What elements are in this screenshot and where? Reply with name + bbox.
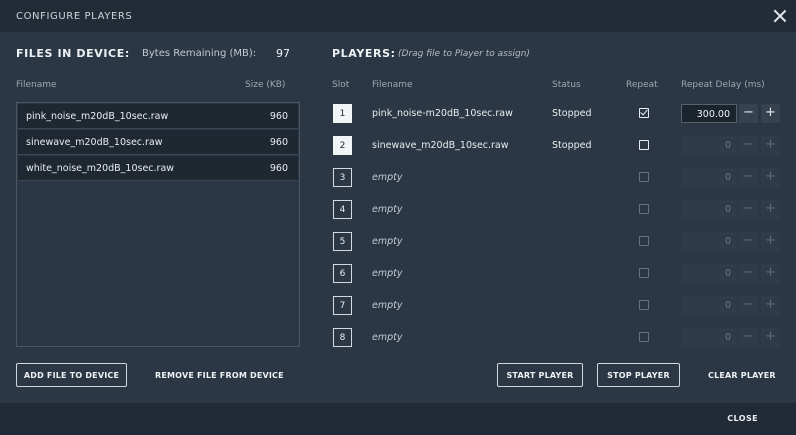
dialog-title: CONFIGURE PLAYERS bbox=[16, 11, 133, 22]
repeat-delay-input[interactable]: 0 bbox=[681, 200, 737, 219]
player-column-filename: Filename bbox=[372, 80, 413, 90]
repeat-delay-input[interactable]: 0 bbox=[681, 232, 737, 251]
checkmark-icon bbox=[640, 107, 648, 116]
file-row[interactable]: sinewave_m20dB_10sec.raw 960 bbox=[18, 130, 298, 155]
player-filename[interactable]: empty bbox=[372, 268, 402, 279]
repeat-checkbox[interactable] bbox=[639, 332, 649, 342]
remove-file-from-device-button[interactable]: REMOVE FILE FROM DEVICE bbox=[155, 371, 284, 380]
delay-decrement-button[interactable]: − bbox=[739, 328, 758, 347]
player-slot-number: 8 bbox=[333, 328, 352, 347]
dialog-titlebar: CONFIGURE PLAYERS bbox=[0, 0, 796, 32]
repeat-checkbox[interactable] bbox=[639, 140, 649, 150]
delay-increment-button[interactable]: + bbox=[761, 296, 780, 315]
player-column-status: Status bbox=[552, 80, 581, 90]
file-column-filename: Filename bbox=[16, 80, 57, 90]
player-slot-number: 5 bbox=[333, 232, 352, 251]
delay-increment-button[interactable]: + bbox=[761, 264, 780, 283]
file-size: 960 bbox=[269, 137, 288, 148]
player-column-repeat-delay: Repeat Delay (ms) bbox=[681, 80, 765, 90]
repeat-checkbox[interactable] bbox=[639, 300, 649, 310]
dialog-footer: CLOSE bbox=[0, 403, 796, 435]
delay-increment-button[interactable]: + bbox=[761, 328, 780, 347]
repeat-checkbox[interactable] bbox=[639, 107, 649, 118]
file-name: pink_noise_m20dB_10sec.raw bbox=[26, 111, 169, 122]
repeat-delay-input[interactable]: 300.00 bbox=[681, 104, 737, 123]
delay-decrement-button[interactable]: − bbox=[739, 296, 758, 315]
stop-player-button[interactable]: STOP PLAYER bbox=[597, 363, 680, 387]
player-slot-number: 3 bbox=[333, 168, 352, 187]
player-filename[interactable]: empty bbox=[372, 236, 402, 247]
close-icon[interactable] bbox=[772, 8, 788, 24]
file-size: 960 bbox=[269, 163, 288, 174]
clear-player-button[interactable]: CLEAR PLAYER bbox=[708, 371, 776, 380]
delay-increment-button[interactable]: + bbox=[761, 200, 780, 219]
bytes-remaining-value: 97 bbox=[276, 47, 290, 60]
file-row[interactable]: pink_noise_m20dB_10sec.raw 960 bbox=[18, 104, 298, 129]
delay-increment-button[interactable]: + bbox=[761, 136, 780, 155]
repeat-checkbox[interactable] bbox=[639, 268, 649, 278]
file-name: white_noise_m20dB_10sec.raw bbox=[26, 163, 175, 174]
delay-decrement-button[interactable]: − bbox=[739, 200, 758, 219]
player-slot-number: 4 bbox=[333, 200, 352, 219]
player-filename[interactable]: empty bbox=[372, 204, 402, 215]
player-slot-number: 1 bbox=[333, 104, 352, 123]
file-row[interactable]: white_noise_m20dB_10sec.raw 960 bbox=[18, 156, 298, 181]
repeat-delay-input[interactable]: 0 bbox=[681, 296, 737, 315]
repeat-checkbox[interactable] bbox=[639, 236, 649, 246]
player-filename[interactable]: pink_noise-m20dB_10sec.raw bbox=[372, 108, 513, 119]
repeat-delay-input[interactable]: 0 bbox=[681, 168, 737, 187]
delay-decrement-button[interactable]: − bbox=[739, 136, 758, 155]
player-status: Stopped bbox=[552, 140, 592, 151]
device-file-list[interactable]: pink_noise_m20dB_10sec.raw 960 sinewave_… bbox=[16, 102, 300, 347]
player-column-slot: Slot bbox=[332, 80, 350, 90]
player-slot-number: 2 bbox=[333, 136, 352, 155]
players-heading: PLAYERS: bbox=[332, 47, 396, 60]
player-slot-number: 7 bbox=[333, 296, 352, 315]
repeat-delay-input[interactable]: 0 bbox=[681, 328, 737, 347]
close-button[interactable]: CLOSE bbox=[727, 414, 758, 423]
players-hint: (Drag file to Player to assign) bbox=[398, 49, 530, 59]
delay-increment-button[interactable]: + bbox=[761, 168, 780, 187]
add-file-to-device-button[interactable]: ADD FILE TO DEVICE bbox=[16, 363, 127, 387]
start-player-button[interactable]: START PLAYER bbox=[497, 363, 583, 387]
repeat-checkbox[interactable] bbox=[639, 172, 649, 182]
file-column-size: Size (KB) bbox=[245, 80, 286, 90]
delay-decrement-button[interactable]: − bbox=[739, 264, 758, 283]
repeat-delay-input[interactable]: 0 bbox=[681, 264, 737, 283]
delay-increment-button[interactable]: + bbox=[761, 232, 780, 251]
player-slot-number: 6 bbox=[333, 264, 352, 283]
repeat-delay-input[interactable]: 0 bbox=[681, 136, 737, 155]
repeat-checkbox[interactable] bbox=[639, 204, 649, 214]
player-filename[interactable]: empty bbox=[372, 300, 402, 311]
delay-increment-button[interactable]: + bbox=[761, 104, 780, 123]
delay-decrement-button[interactable]: − bbox=[739, 168, 758, 187]
player-column-repeat: Repeat bbox=[626, 80, 658, 90]
player-status: Stopped bbox=[552, 108, 592, 119]
player-filename[interactable]: empty bbox=[372, 172, 402, 183]
delay-decrement-button[interactable]: − bbox=[739, 232, 758, 251]
bytes-remaining-label: Bytes Remaining (MB): bbox=[142, 48, 257, 59]
files-in-device-heading: FILES IN DEVICE: bbox=[16, 47, 130, 60]
player-filename[interactable]: sinewave_m20dB_10sec.raw bbox=[372, 140, 509, 151]
file-name: sinewave_m20dB_10sec.raw bbox=[26, 137, 163, 148]
delay-decrement-button[interactable]: − bbox=[739, 104, 758, 123]
file-size: 960 bbox=[269, 111, 288, 122]
player-filename[interactable]: empty bbox=[372, 332, 402, 343]
